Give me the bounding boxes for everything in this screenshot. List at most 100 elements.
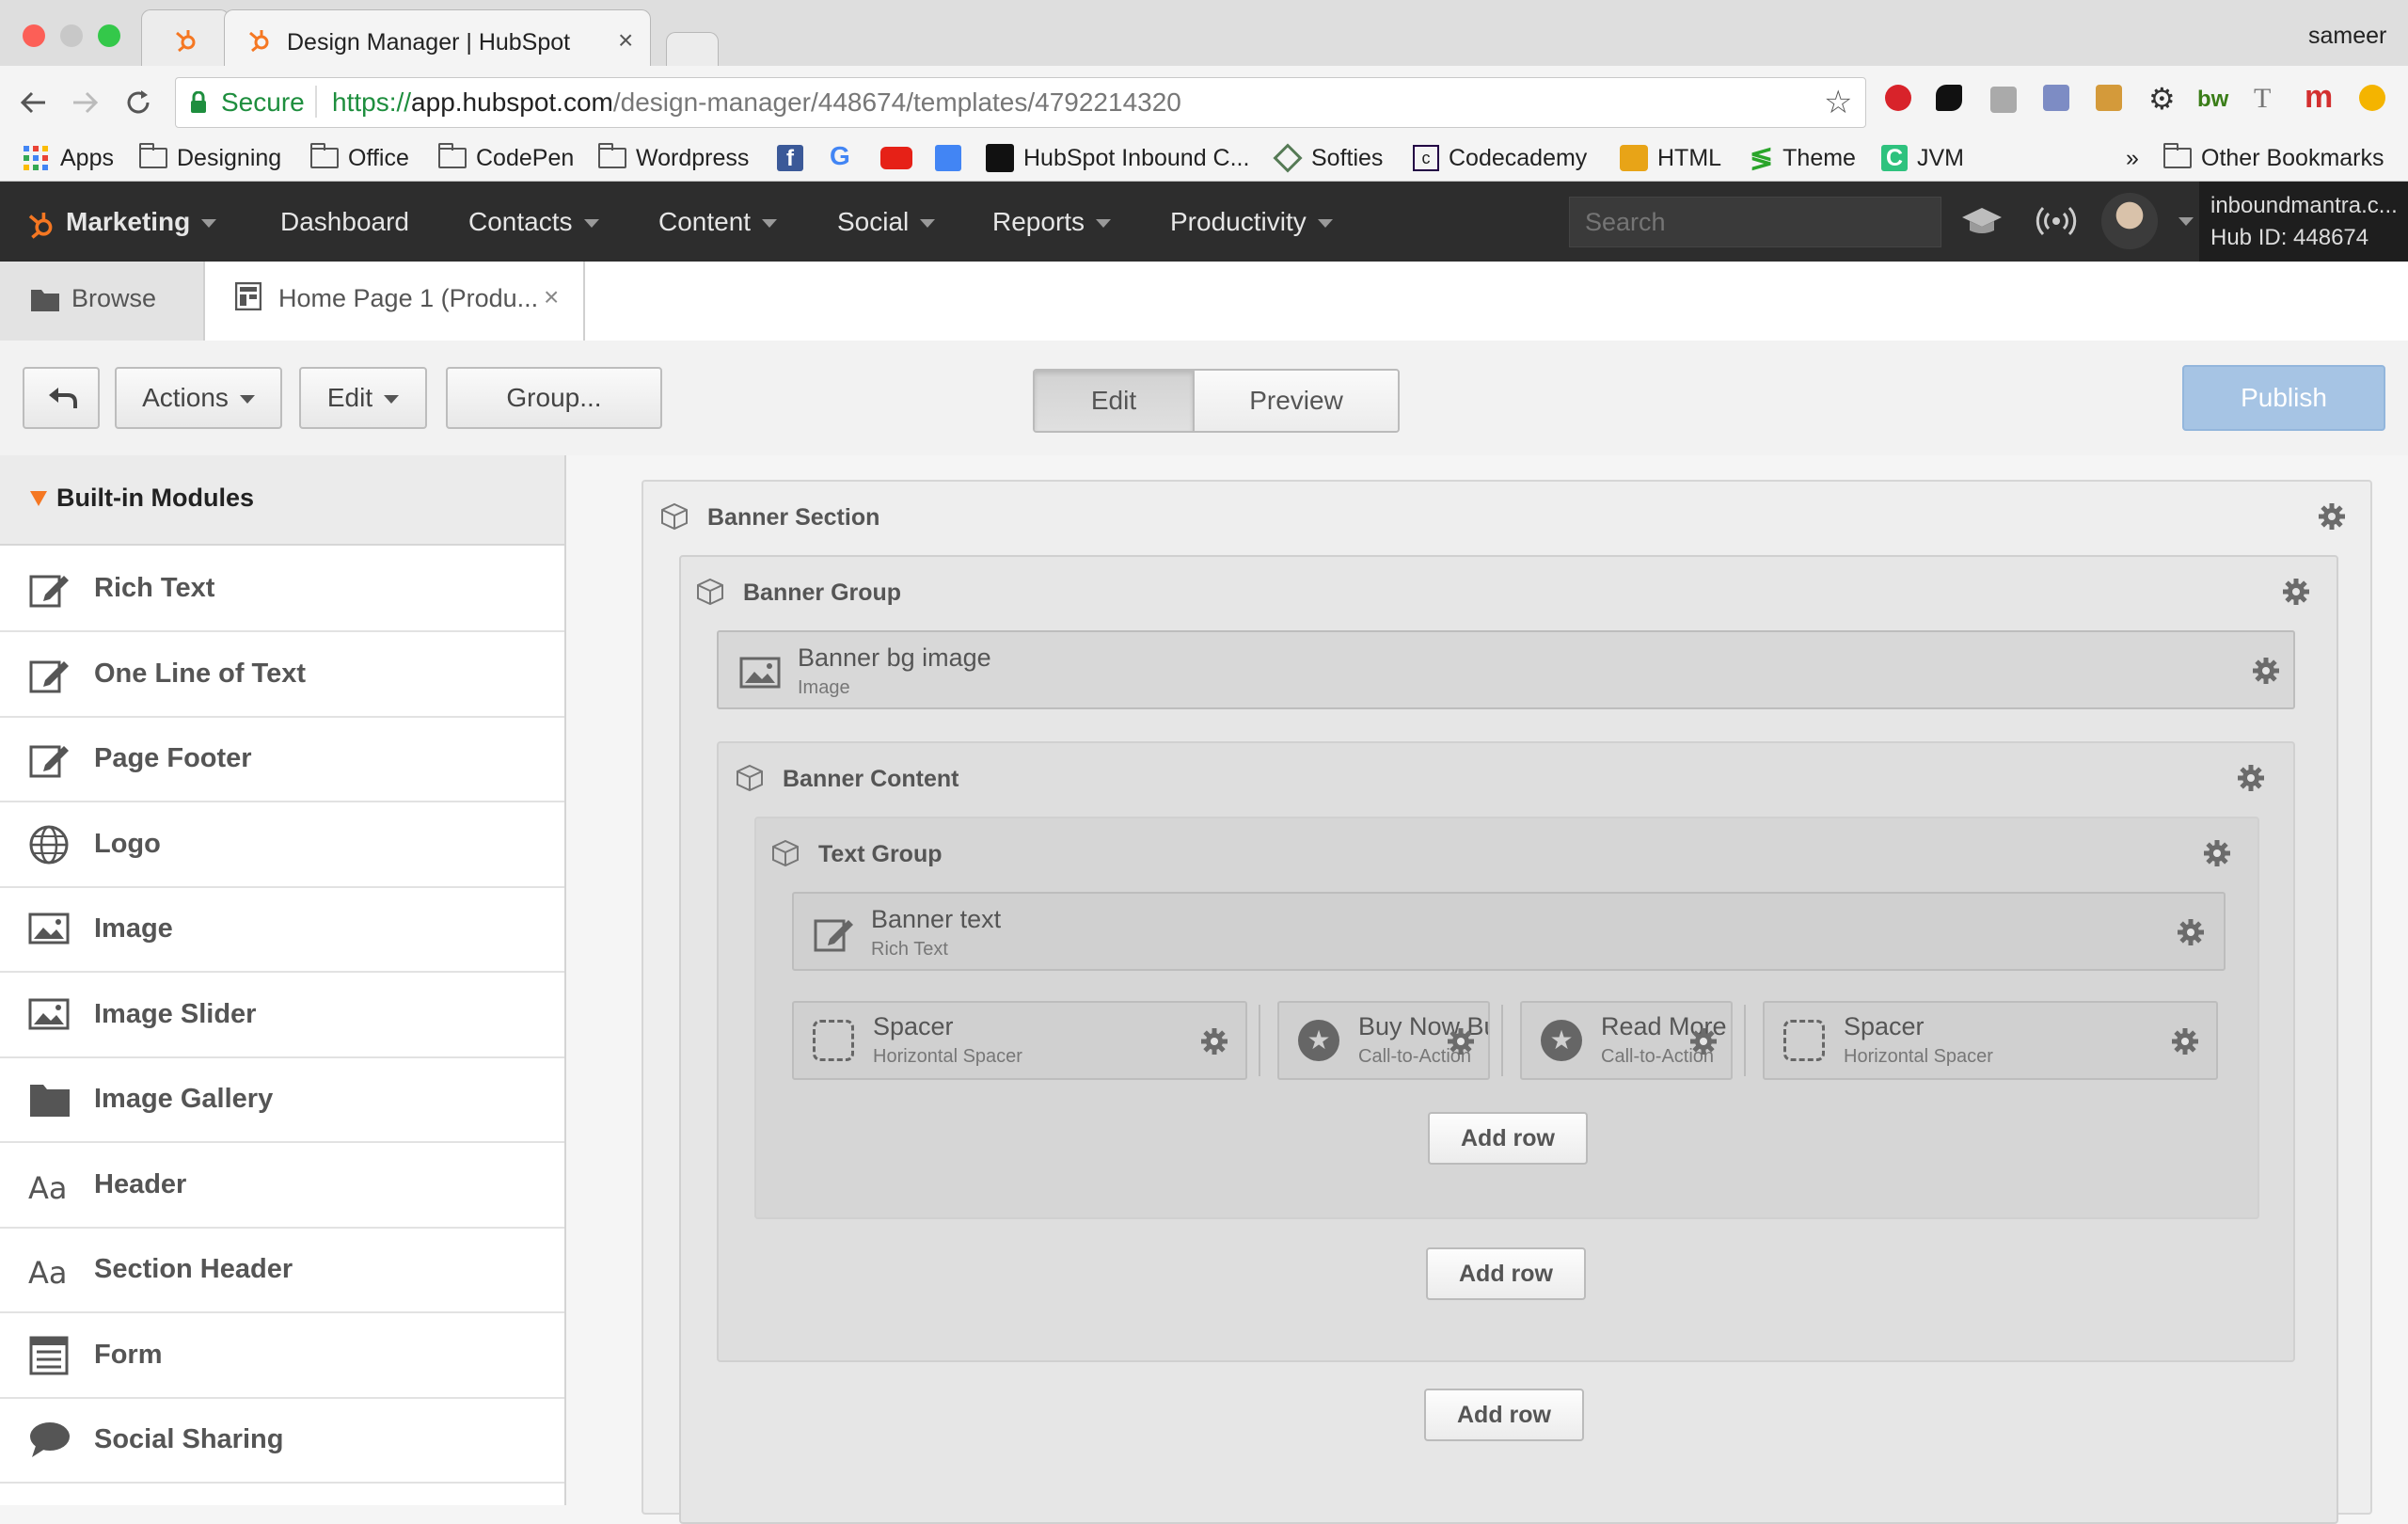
folder-icon bbox=[598, 143, 626, 168]
module-item[interactable]: Aa Section Header bbox=[0, 1227, 564, 1313]
add-row-button[interactable]: Add row bbox=[1428, 1112, 1588, 1165]
buy-now-cta-module[interactable]: ★ Buy Now Bu Call-to-Action bbox=[1277, 1001, 1490, 1080]
reload-icon[interactable] bbox=[122, 87, 154, 119]
publish-button[interactable]: Publish bbox=[2182, 365, 2385, 431]
close-file-tab-icon[interactable]: × bbox=[544, 282, 559, 312]
type-extension-icon[interactable]: T bbox=[2254, 83, 2271, 115]
bookmarks-overflow-button[interactable]: » bbox=[2126, 141, 2139, 175]
close-window-button[interactable] bbox=[23, 24, 45, 47]
nav-reports[interactable]: Reports bbox=[992, 182, 1112, 262]
bookmark-codecademy[interactable]: c Codecademy bbox=[1413, 141, 1587, 175]
add-row-button[interactable]: Add row bbox=[1424, 1389, 1584, 1441]
spacer-module[interactable]: Spacer Horizontal Spacer bbox=[1763, 1001, 2218, 1080]
module-item[interactable]: Image bbox=[0, 886, 564, 973]
gear-icon[interactable] bbox=[2318, 502, 2346, 531]
eyedropper-extension-icon[interactable] bbox=[2043, 85, 2069, 111]
broadcast-icon[interactable] bbox=[2036, 204, 2077, 238]
back-icon[interactable] bbox=[17, 87, 49, 119]
gear-icon[interactable] bbox=[1447, 1027, 1475, 1056]
bookmark-theme[interactable]: ≶ Theme bbox=[1750, 141, 1856, 175]
close-tab-icon[interactable]: × bbox=[618, 25, 633, 56]
module-item[interactable]: Image Gallery bbox=[0, 1056, 564, 1143]
back-button[interactable] bbox=[23, 367, 100, 429]
address-bar[interactable]: Secure https://app.hubspot.com/design-ma… bbox=[175, 77, 1866, 128]
youtube-icon[interactable] bbox=[880, 147, 912, 169]
gear-icon[interactable] bbox=[2177, 918, 2205, 946]
pinned-tab-hubspot[interactable] bbox=[141, 9, 230, 67]
bookmark-softies[interactable]: Softies bbox=[1273, 141, 1383, 175]
edit-menu-button[interactable]: Edit bbox=[299, 367, 427, 429]
profile-name[interactable]: sameer bbox=[2308, 23, 2386, 50]
browser-tab-active[interactable]: Design Manager | HubSpot × bbox=[224, 9, 651, 67]
module-item[interactable]: Page Footer bbox=[0, 716, 564, 802]
text-group[interactable]: Text Group Banner text Rich Text Spacer … bbox=[754, 817, 2259, 1219]
gear-icon[interactable] bbox=[2203, 839, 2231, 867]
bookmark-office[interactable]: Office bbox=[310, 141, 409, 175]
academy-cap-icon[interactable] bbox=[1960, 204, 2004, 238]
module-item[interactable]: Social Sharing bbox=[0, 1397, 564, 1484]
codecademy-icon: c bbox=[1413, 145, 1439, 171]
banner-group[interactable]: Banner Group Banner bg image Image Banne… bbox=[679, 555, 2338, 1524]
m-extension-icon[interactable]: m bbox=[2305, 79, 2333, 116]
stylish-extension-icon[interactable] bbox=[1936, 85, 1962, 111]
camera-extension-icon[interactable] bbox=[1990, 87, 2017, 113]
bookmark-apps[interactable]: Apps bbox=[23, 141, 114, 175]
add-row-button[interactable]: Add row bbox=[1426, 1247, 1586, 1300]
nav-content[interactable]: Content bbox=[658, 182, 778, 262]
facebook-icon[interactable]: f bbox=[777, 145, 803, 171]
ruler-extension-icon[interactable] bbox=[2096, 85, 2122, 111]
module-item[interactable]: Rich Text bbox=[0, 546, 564, 632]
module-item[interactable]: Image Slider bbox=[0, 972, 564, 1058]
account-panel[interactable]: inboundmantra.c... Hub ID: 448674 bbox=[2199, 182, 2408, 262]
banner-content-group[interactable]: Banner Content Text Group Banner text Ri… bbox=[717, 741, 2295, 1362]
bookmark-codepen[interactable]: CodePen bbox=[438, 141, 574, 175]
nav-marketing[interactable]: Marketing bbox=[24, 182, 217, 262]
alert-extension-icon[interactable] bbox=[2359, 85, 2385, 111]
nav-contacts[interactable]: Contacts bbox=[468, 182, 599, 262]
actions-menu-button[interactable]: Actions bbox=[115, 367, 282, 429]
bookmark-jvm[interactable]: C JVM bbox=[1881, 141, 1964, 175]
banner-section[interactable]: Banner Section Banner Group Banner bg im… bbox=[642, 480, 2372, 1524]
gear-icon[interactable] bbox=[1689, 1027, 1718, 1056]
spacer-module[interactable]: Spacer Horizontal Spacer bbox=[792, 1001, 1247, 1080]
gear-icon[interactable] bbox=[2282, 578, 2310, 606]
bookmark-designing[interactable]: Designing bbox=[139, 141, 281, 175]
bookmark-hubspot-inbound[interactable]: HubSpot Inbound C... bbox=[986, 141, 1249, 175]
bookmark-star-icon[interactable]: ☆ bbox=[1824, 84, 1852, 121]
module-item[interactable]: Logo bbox=[0, 802, 564, 888]
gear-icon[interactable] bbox=[1200, 1027, 1228, 1056]
banner-bg-image-module[interactable]: Banner bg image Image bbox=[717, 630, 2295, 709]
nav-productivity[interactable]: Productivity bbox=[1170, 182, 1333, 262]
read-more-cta-module[interactable]: ★ Read More E Call-to-Action bbox=[1520, 1001, 1733, 1080]
nav-dashboard[interactable]: Dashboard bbox=[280, 182, 409, 262]
nav-search-input[interactable] bbox=[1569, 197, 1941, 247]
bookmark-html[interactable]: HTML bbox=[1620, 141, 1721, 175]
built-in-modules-header[interactable]: Built-in Modules bbox=[0, 455, 564, 546]
nav-social[interactable]: Social bbox=[837, 182, 936, 262]
account-chevron-down-icon[interactable] bbox=[2178, 217, 2194, 226]
group-button[interactable]: Group... bbox=[446, 367, 662, 429]
adblock-extension-icon[interactable] bbox=[1885, 85, 1911, 111]
mode-edit-button[interactable]: Edit bbox=[1035, 371, 1195, 431]
gear-icon[interactable] bbox=[2171, 1027, 2199, 1056]
module-item[interactable]: One Line of Text bbox=[0, 631, 564, 718]
zoom-window-button[interactable] bbox=[98, 24, 120, 47]
mode-preview-button[interactable]: Preview bbox=[1195, 371, 1398, 431]
bookmark-wordpress[interactable]: Wordpress bbox=[598, 141, 749, 175]
banner-text-module[interactable]: Banner text Rich Text bbox=[792, 892, 2226, 971]
avatar[interactable] bbox=[2101, 193, 2158, 249]
gear-icon[interactable] bbox=[2237, 764, 2265, 792]
open-file-tab[interactable]: Home Page 1 (Produ... × bbox=[205, 262, 585, 342]
minimize-window-button[interactable] bbox=[60, 24, 83, 47]
bookmark-other-bookmarks[interactable]: Other Bookmarks bbox=[2163, 141, 2384, 175]
new-tab-button[interactable] bbox=[666, 32, 719, 67]
google-icon[interactable]: G bbox=[830, 141, 850, 171]
forward-icon[interactable] bbox=[70, 87, 102, 119]
module-item[interactable]: Form bbox=[0, 1312, 564, 1399]
bw-extension-icon[interactable]: bw bbox=[2197, 87, 2228, 113]
gear-extension-icon[interactable]: ⚙ bbox=[2148, 81, 2176, 117]
browse-tab[interactable]: Browse bbox=[0, 262, 205, 341]
gear-icon[interactable] bbox=[2252, 657, 2280, 685]
module-item[interactable]: Aa Header bbox=[0, 1142, 564, 1229]
google-translate-icon[interactable] bbox=[935, 145, 961, 171]
